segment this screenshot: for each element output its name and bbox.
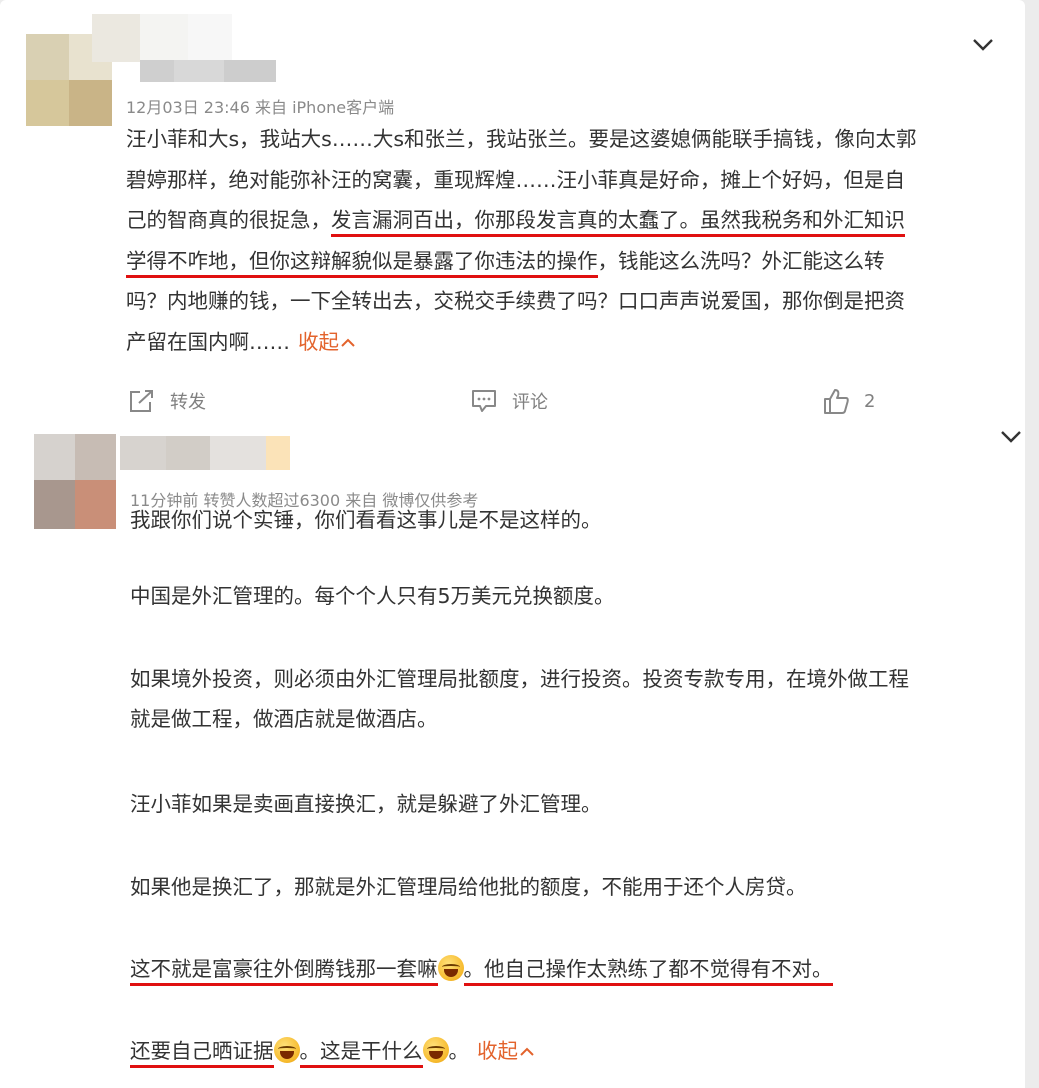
text-segment: 己的智商真的很捉急， bbox=[126, 208, 331, 233]
text-line: 就是做工程，做酒店就是做酒店。 bbox=[130, 699, 909, 739]
text-segment: 如果境外投资，则必须由外汇管理局批额度，进行投资。投资专款专用，在境外做工程 bbox=[130, 667, 909, 691]
highlighted-text: 这不就是富豪往外倒腾钱那一套嘛 bbox=[130, 957, 438, 986]
text-line: 中国是外汇管理的。每个个人只有5万美元兑换额度。 bbox=[130, 576, 615, 616]
text-line: 这不就是富豪往外倒腾钱那一套嘛 。他自己操作太熟练了都不觉得有不对。 bbox=[130, 949, 833, 989]
chevron-down-icon[interactable] bbox=[1000, 430, 1022, 444]
laugh-cry-emoji bbox=[273, 1037, 300, 1063]
text-segment: 我跟你们说个实锤，你们看看这事儿是不是这样的。 bbox=[130, 508, 602, 532]
highlighted-text: 学得不咋地，但你这辩解貌似是暴露了你违法的操作 bbox=[126, 248, 598, 278]
text-segment: ，钱能这么洗吗？外汇能这么转 bbox=[597, 248, 885, 273]
chevron-up-icon bbox=[341, 338, 355, 347]
text-line: 如果境外投资，则必须由外汇管理局批额度，进行投资。投资专款专用，在境外做工程 bbox=[130, 659, 909, 699]
thumbs-up-icon bbox=[824, 389, 849, 414]
share-label: 转发 bbox=[170, 392, 206, 413]
share-icon bbox=[130, 390, 153, 412]
avatar[interactable] bbox=[34, 434, 116, 529]
paragraph: 这不就是富豪往外倒腾钱那一套嘛 。他自己操作太熟练了都不觉得有不对。 bbox=[130, 949, 833, 989]
username-blurred[interactable] bbox=[92, 14, 232, 62]
text-segment: 就是做工程，做酒店就是做酒店。 bbox=[130, 707, 438, 731]
collapse-button[interactable]: 收起 bbox=[477, 1039, 534, 1063]
text-line: 碧婷那样，绝对能弥补汪的窝囊，重现辉煌……汪小菲真是好命，摊上个好妈，但是自 bbox=[126, 160, 917, 201]
highlighted-text: 。这是干什么 bbox=[299, 1039, 423, 1068]
comment-button[interactable]: 评论 bbox=[470, 386, 548, 416]
text-line: 学得不咋地，但你这辩解貌似是暴露了你违法的操作，钱能这么洗吗？外汇能这么转 bbox=[126, 241, 917, 282]
highlighted-text: 发言漏洞百出，你那段发言真的太蠢了。虽然我税务和外汇知识 bbox=[331, 208, 905, 238]
highlighted-text: 还要自己晒证据 bbox=[130, 1039, 274, 1068]
text-segment: 。 bbox=[448, 1039, 470, 1063]
username-blurred[interactable] bbox=[120, 436, 290, 470]
text-segment: 产留在国内啊…… bbox=[126, 329, 290, 354]
chevron-up-icon bbox=[520, 1047, 534, 1056]
text-line: 我跟你们说个实锤，你们看看这事儿是不是这样的。 bbox=[130, 500, 602, 540]
collapse-button[interactable]: 收起 bbox=[298, 330, 355, 354]
collapse-label: 收起 bbox=[298, 329, 339, 354]
like-button[interactable]: 2 bbox=[822, 386, 875, 416]
chevron-down-icon[interactable] bbox=[972, 38, 994, 52]
laugh-cry-emoji bbox=[422, 1037, 449, 1063]
text-segment: 中国是外汇管理的。每个个人只有5万美元兑换额度。 bbox=[130, 584, 615, 608]
paragraph: 还要自己晒证据 。这是干什么 。收起 bbox=[130, 1031, 534, 1071]
text-line: 产留在国内啊…… 收起 bbox=[126, 322, 917, 363]
highlighted-text: 。他自己操作太熟练了都不觉得有不对。 bbox=[463, 957, 833, 986]
text-line: 如果他是换汇了，那就是外汇管理局给他批的额度，不能用于还个人房贷。 bbox=[130, 867, 807, 907]
comment-1: 12月03日 23:46 来自 iPhone客户端 汪小菲和大s，我站大s……大… bbox=[0, 0, 1039, 428]
collapse-label: 收起 bbox=[477, 1039, 518, 1063]
text-segment: 碧婷那样，绝对能弥补汪的窝囊，重现辉煌……汪小菲真是好命，摊上个好妈，但是自 bbox=[126, 167, 905, 192]
text-line: 己的智商真的很捉急，发言漏洞百出，你那段发言真的太蠢了。虽然我税务和外汇知识 bbox=[126, 200, 917, 241]
paragraph: 中国是外汇管理的。每个个人只有5万美元兑换额度。 bbox=[130, 576, 615, 616]
like-count: 2 bbox=[864, 390, 876, 412]
text-segment: 汪小菲如果是卖画直接换汇，就是躲避了外汇管理。 bbox=[130, 792, 602, 816]
text-line: 还要自己晒证据 。这是干什么 。收起 bbox=[130, 1031, 534, 1071]
username-blurred-tail bbox=[140, 60, 276, 82]
text-segment: 汪小菲和大s，我站大s……大s和张兰，我站张兰。要是这婆媳俩能联手搞钱，像向太郭 bbox=[126, 127, 917, 151]
paragraph: 汪小菲如果是卖画直接换汇，就是躲避了外汇管理。 bbox=[130, 784, 602, 824]
text-segment: 吗？内地赚的钱，一下全转出去，交税交手续费了吗？口口声声说爱国，那你倒是把资 bbox=[126, 289, 905, 314]
text-line: 吗？内地赚的钱，一下全转出去，交税交手续费了吗？口口声声说爱国，那你倒是把资 bbox=[126, 281, 917, 322]
comment-label: 评论 bbox=[512, 392, 548, 413]
share-button[interactable]: 转发 bbox=[128, 386, 206, 416]
text-line: 汪小菲如果是卖画直接换汇，就是躲避了外汇管理。 bbox=[130, 784, 602, 824]
comment-body: 汪小菲和大s，我站大s……大s和张兰，我站张兰。要是这婆媳俩能联手搞钱，像向太郭… bbox=[126, 119, 917, 363]
comment-icon bbox=[472, 390, 496, 412]
paragraph: 我跟你们说个实锤，你们看看这事儿是不是这样的。 bbox=[130, 500, 602, 540]
paragraph: 如果他是换汇了，那就是外汇管理局给他批的额度，不能用于还个人房贷。 bbox=[130, 867, 807, 907]
laugh-cry-emoji bbox=[437, 955, 464, 981]
text-segment: 如果他是换汇了，那就是外汇管理局给他批的额度，不能用于还个人房贷。 bbox=[130, 875, 807, 899]
paragraph: 如果境外投资，则必须由外汇管理局批额度，进行投资。投资专款专用，在境外做工程 就是… bbox=[130, 659, 909, 739]
comment-meta: 12月03日 23:46 来自 iPhone客户端 bbox=[126, 98, 395, 117]
text-line: 汪小菲和大s，我站大s……大s和张兰，我站张兰。要是这婆媳俩能联手搞钱，像向太郭 bbox=[126, 119, 917, 160]
